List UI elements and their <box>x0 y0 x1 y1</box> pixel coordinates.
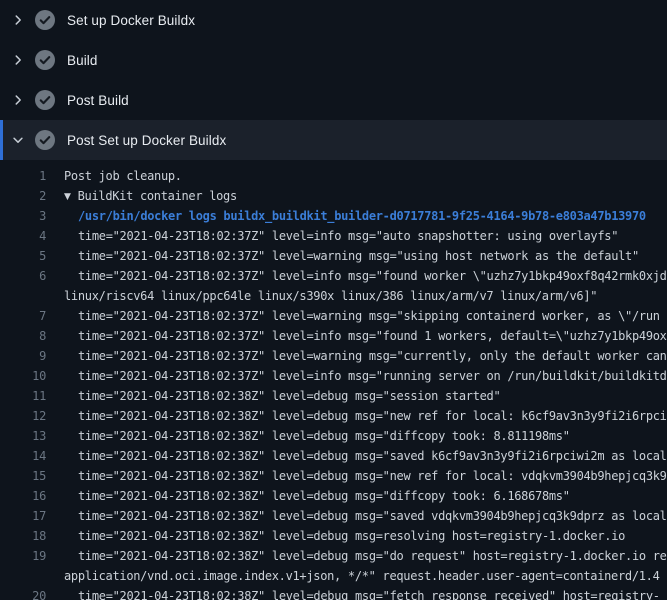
log-group-title[interactable]: BuildKit container logs <box>78 189 237 203</box>
log-line-text: time="2021-04-23T18:02:37Z" level=info m… <box>46 326 667 346</box>
log-line-text: time="2021-04-23T18:02:37Z" level=warnin… <box>46 306 660 326</box>
log-line-number[interactable]: 2 <box>0 186 46 206</box>
log-row: linux/riscv64 linux/ppc64le linux/s390x … <box>0 286 667 306</box>
log-line-text: time="2021-04-23T18:02:38Z" level=debug … <box>46 466 667 486</box>
log-line-number[interactable]: 6 <box>0 266 46 286</box>
check-circle-icon <box>35 90 55 110</box>
log-line-text: application/vnd.oci.image.index.v1+json,… <box>46 566 660 586</box>
log-area: 1 Post job cleanup. 2 ▼ BuildKit containe… <box>0 160 667 600</box>
step-title: Post Set up Docker Buildx <box>67 133 226 148</box>
log-line-text: time="2021-04-23T18:02:38Z" level=debug … <box>46 506 667 526</box>
log-line-number[interactable]: 19 <box>0 546 46 566</box>
check-circle-icon <box>35 130 55 150</box>
log-row: 13 time="2021-04-23T18:02:38Z" level=deb… <box>0 426 667 446</box>
log-line-number[interactable]: 18 <box>0 526 46 546</box>
log-row: 11 time="2021-04-23T18:02:38Z" level=deb… <box>0 386 667 406</box>
log-line-text: time="2021-04-23T18:02:37Z" level=info m… <box>46 266 667 286</box>
log-line-text: time="2021-04-23T18:02:37Z" level=warnin… <box>46 246 639 266</box>
log-row: 12 time="2021-04-23T18:02:38Z" level=deb… <box>0 406 667 426</box>
log-line-text: Post job cleanup. <box>46 166 182 186</box>
step-title: Set up Docker Buildx <box>67 13 195 28</box>
log-line-number[interactable]: 16 <box>0 486 46 506</box>
log-line-number[interactable]: 20 <box>0 586 46 600</box>
log-row: 6 time="2021-04-23T18:02:37Z" level=info… <box>0 266 667 286</box>
log-row: 9 time="2021-04-23T18:02:37Z" level=warn… <box>0 346 667 366</box>
log-row: 5 time="2021-04-23T18:02:37Z" level=warn… <box>0 246 667 266</box>
step-header[interactable]: Post Build <box>0 80 667 120</box>
log-line-number <box>0 566 46 586</box>
log-line-number[interactable]: 17 <box>0 506 46 526</box>
log-line-number[interactable]: 9 <box>0 346 46 366</box>
log-line-number[interactable]: 10 <box>0 366 46 386</box>
log-row: 18 time="2021-04-23T18:02:38Z" level=deb… <box>0 526 667 546</box>
log-row: 2 ▼ BuildKit container logs <box>0 186 667 206</box>
log-row: 8 time="2021-04-23T18:02:37Z" level=info… <box>0 326 667 346</box>
log-line-number[interactable]: 5 <box>0 246 46 266</box>
log-line-number[interactable]: 15 <box>0 466 46 486</box>
log-row: 15 time="2021-04-23T18:02:38Z" level=deb… <box>0 466 667 486</box>
log-row: 19 time="2021-04-23T18:02:38Z" level=deb… <box>0 546 667 566</box>
log-row: 4 time="2021-04-23T18:02:37Z" level=info… <box>0 226 667 246</box>
chevron-right-icon <box>11 53 25 67</box>
log-line-text: linux/riscv64 linux/ppc64le linux/s390x … <box>46 286 597 306</box>
log-row: 1 Post job cleanup. <box>0 166 667 186</box>
log-line-number[interactable]: 12 <box>0 406 46 426</box>
log-line-text: time="2021-04-23T18:02:38Z" level=debug … <box>46 426 570 446</box>
log-line-text: time="2021-04-23T18:02:38Z" level=debug … <box>46 546 667 566</box>
log-line-number[interactable]: 4 <box>0 226 46 246</box>
log-line-text: ▼ BuildKit container logs <box>46 186 237 206</box>
chevron-right-icon <box>11 13 25 27</box>
step-header[interactable]: Set up Docker Buildx <box>0 0 667 40</box>
steps-list: Set up Docker Buildx Build <box>0 0 667 160</box>
check-circle-icon <box>35 10 55 30</box>
log-line-text: time="2021-04-23T18:02:37Z" level=info m… <box>46 226 618 246</box>
log-line-text: time="2021-04-23T18:02:38Z" level=debug … <box>46 406 667 426</box>
chevron-down-icon <box>11 133 25 147</box>
step-header[interactable]: Post Set up Docker Buildx <box>0 120 667 160</box>
log-line-text: time="2021-04-23T18:02:37Z" level=warnin… <box>46 346 667 366</box>
log-line-number[interactable]: 3 <box>0 206 46 226</box>
log-row: 3 /usr/bin/docker logs buildx_buildkit_b… <box>0 206 667 226</box>
log-line-text: time="2021-04-23T18:02:38Z" level=debug … <box>46 586 660 600</box>
log-line-text: time="2021-04-23T18:02:38Z" level=debug … <box>46 486 570 506</box>
log-line-number[interactable]: 11 <box>0 386 46 406</box>
chevron-right-icon <box>11 93 25 107</box>
log-row: 14 time="2021-04-23T18:02:38Z" level=deb… <box>0 446 667 466</box>
log-line-text: time="2021-04-23T18:02:38Z" level=debug … <box>46 446 667 466</box>
log-line-text: time="2021-04-23T18:02:38Z" level=debug … <box>46 386 500 406</box>
log-line-number[interactable]: 7 <box>0 306 46 326</box>
log-row: 10 time="2021-04-23T18:02:37Z" level=inf… <box>0 366 667 386</box>
step-title: Post Build <box>67 93 129 108</box>
step-header[interactable]: Build <box>0 40 667 80</box>
log-row: 7 time="2021-04-23T18:02:37Z" level=warn… <box>0 306 667 326</box>
log-line-number[interactable]: 1 <box>0 166 46 186</box>
log-row: application/vnd.oci.image.index.v1+json,… <box>0 566 667 586</box>
log-row: 20 time="2021-04-23T18:02:38Z" level=deb… <box>0 586 667 600</box>
log-row: 17 time="2021-04-23T18:02:38Z" level=deb… <box>0 506 667 526</box>
log-line-text: /usr/bin/docker logs buildx_buildkit_bui… <box>46 206 646 226</box>
log-line-text: time="2021-04-23T18:02:38Z" level=debug … <box>46 526 625 546</box>
collapse-triangle-icon[interactable]: ▼ <box>64 187 71 206</box>
log-line-number[interactable]: 8 <box>0 326 46 346</box>
log-row: 16 time="2021-04-23T18:02:38Z" level=deb… <box>0 486 667 506</box>
log-line-number <box>0 286 46 306</box>
step-title: Build <box>67 53 98 68</box>
log-line-number[interactable]: 14 <box>0 446 46 466</box>
log-line-number[interactable]: 13 <box>0 426 46 446</box>
check-circle-icon <box>35 50 55 70</box>
log-line-text: time="2021-04-23T18:02:37Z" level=info m… <box>46 366 667 386</box>
